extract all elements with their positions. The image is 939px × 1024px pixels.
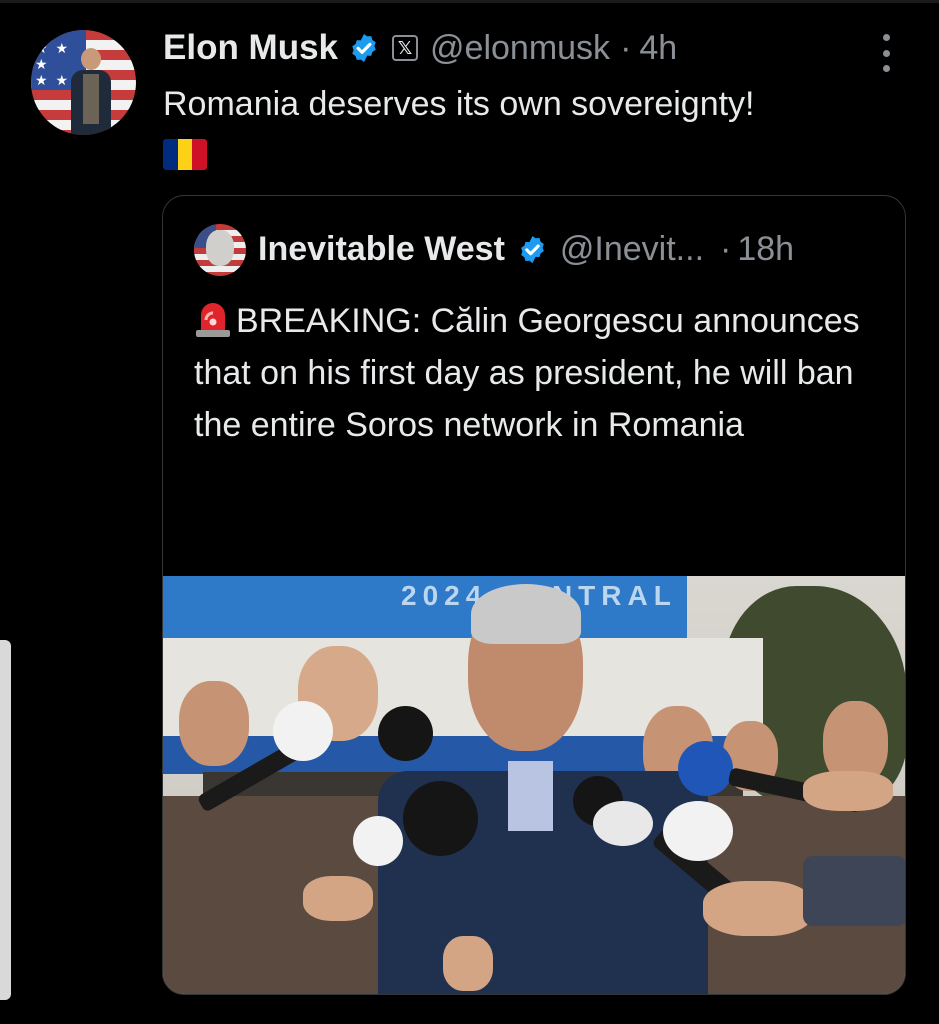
tweet-header: Elon Musk 𝕏 @elonmusk · 4h xyxy=(163,27,677,69)
microphone xyxy=(403,781,478,856)
speaker-shirt xyxy=(508,761,553,831)
person-face xyxy=(179,681,249,766)
more-options-icon[interactable] xyxy=(877,34,895,72)
separator-dot: · xyxy=(620,28,632,67)
quoted-tweet-image[interactable]: 2024 CENTRAL xyxy=(163,576,905,994)
scrollbar-handle[interactable] xyxy=(0,640,11,1000)
microphone xyxy=(378,706,433,761)
verified-icon xyxy=(521,235,544,263)
hand xyxy=(803,771,893,811)
quoted-author-handle[interactable]: @Inevit... xyxy=(560,230,704,269)
tweet-text: Romania deserves its own sovereignty! xyxy=(163,85,755,123)
quoted-tweet-time[interactable]: 18h xyxy=(737,230,794,269)
quoted-tweet-text-wrap: BREAKING: Călin Georgescu announces that… xyxy=(194,295,884,451)
quoted-avatar[interactable] xyxy=(194,224,246,276)
quoted-tweet-text: BREAKING: Călin Georgescu announces that… xyxy=(194,302,860,444)
quoted-author-name[interactable]: Inevitable West xyxy=(258,230,505,269)
microphone xyxy=(593,801,653,846)
top-divider xyxy=(0,0,939,3)
author-handle[interactable]: @elonmusk xyxy=(430,29,610,68)
siren-icon xyxy=(196,303,230,337)
hand xyxy=(303,876,373,921)
avatar[interactable]: ★ ★ ★ ★ ★ xyxy=(31,30,136,135)
microphone xyxy=(678,741,733,796)
quoted-tweet[interactable]: Inevitable West @Inevit... · 18h BREAKIN… xyxy=(162,195,906,995)
separator-dot: · xyxy=(720,229,732,268)
blue-banner: 2024 CENTRAL xyxy=(163,576,687,638)
verified-icon xyxy=(352,34,376,62)
microphone xyxy=(663,801,733,861)
tweet-time[interactable]: 4h xyxy=(639,29,677,68)
author-name[interactable]: Elon Musk xyxy=(163,28,338,68)
microphone xyxy=(273,701,333,761)
x-affiliation-icon: 𝕏 xyxy=(392,35,419,61)
romania-flag-icon xyxy=(163,139,207,170)
hand xyxy=(443,936,493,991)
microphone xyxy=(353,816,403,866)
hand xyxy=(703,881,813,936)
quoted-tweet-header: Inevitable West @Inevit... · 18h xyxy=(258,226,794,272)
speaker-hair xyxy=(471,584,581,644)
avatar-person xyxy=(71,48,111,135)
